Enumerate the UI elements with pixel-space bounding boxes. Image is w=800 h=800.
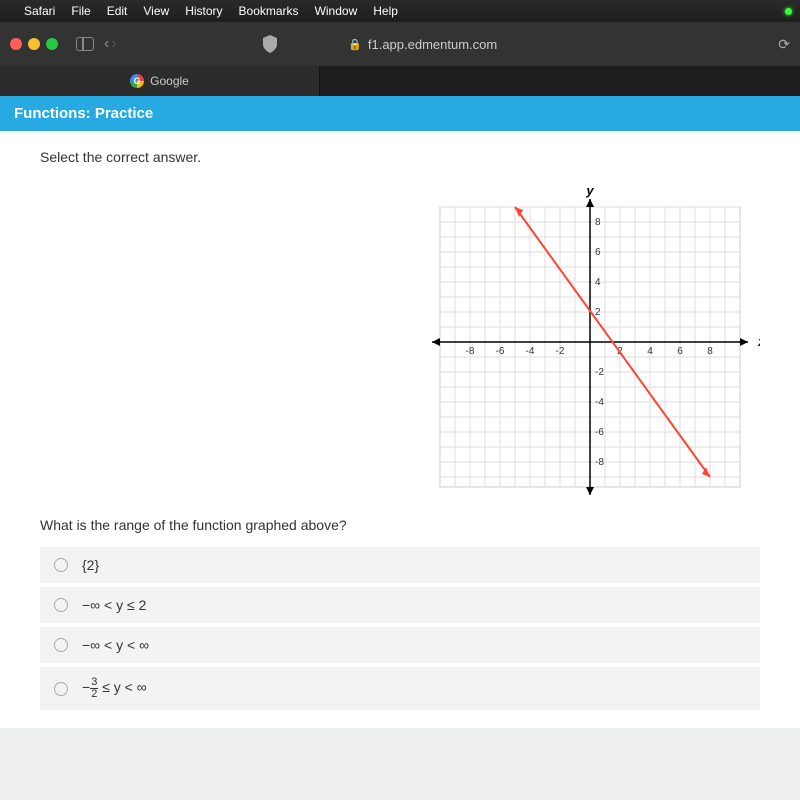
- macos-menu-bar: Safari File Edit View History Bookmarks …: [0, 0, 800, 22]
- radio-icon: [54, 682, 68, 696]
- tab-title: Google: [150, 74, 189, 88]
- svg-text:-4: -4: [595, 397, 604, 408]
- lock-icon: 🔒: [348, 38, 362, 51]
- page-content: Functions: Practice Select the correct a…: [0, 96, 800, 800]
- answer-list: {2} −∞ < y ≤ 2 −∞ < y < ∞ −32 ≤ y < ∞: [40, 547, 760, 710]
- sidebar-toggle-icon[interactable]: [76, 37, 94, 51]
- reload-button[interactable]: ⟳: [778, 36, 790, 53]
- svg-text:8: 8: [595, 217, 601, 228]
- menu-view[interactable]: View: [143, 4, 169, 18]
- answer-label: −∞ < y ≤ 2: [82, 597, 146, 613]
- url-text: f1.app.edmentum.com: [368, 37, 497, 52]
- menu-file[interactable]: File: [71, 4, 90, 18]
- radio-icon: [54, 598, 68, 612]
- y-axis-label: y: [585, 183, 594, 198]
- answer-option-4[interactable]: −32 ≤ y < ∞: [40, 667, 760, 710]
- x-axis-label: x: [757, 334, 760, 349]
- browser-toolbar: ‹ › 🔒 f1.app.edmentum.com ⟳: [0, 22, 800, 66]
- svg-text:6: 6: [677, 346, 683, 357]
- app-name[interactable]: Safari: [24, 4, 55, 18]
- maximize-window-icon[interactable]: [46, 38, 58, 50]
- answer-option-1[interactable]: {2}: [40, 547, 760, 583]
- google-favicon-icon: G: [130, 74, 144, 88]
- svg-text:-6: -6: [595, 427, 604, 438]
- svg-text:6: 6: [595, 247, 601, 258]
- svg-text:-4: -4: [526, 346, 535, 357]
- radio-icon: [54, 558, 68, 572]
- camera-status-icon: [785, 8, 792, 15]
- privacy-shield-icon[interactable]: [262, 35, 278, 53]
- svg-text:-6: -6: [496, 346, 505, 357]
- svg-text:-8: -8: [466, 346, 475, 357]
- answer-label: −∞ < y < ∞: [82, 637, 149, 653]
- menu-bookmarks[interactable]: Bookmarks: [239, 4, 299, 18]
- lesson-header: Functions: Practice: [0, 96, 800, 131]
- radio-icon: [54, 638, 68, 652]
- svg-text:4: 4: [647, 346, 653, 357]
- menu-history[interactable]: History: [185, 4, 222, 18]
- window-controls[interactable]: [10, 38, 58, 50]
- minimize-window-icon[interactable]: [28, 38, 40, 50]
- answer-option-2[interactable]: −∞ < y ≤ 2: [40, 587, 760, 623]
- close-window-icon[interactable]: [10, 38, 22, 50]
- browser-tab-bar: G Google: [0, 66, 800, 96]
- svg-text:-8: -8: [595, 457, 604, 468]
- address-bar[interactable]: 🔒 f1.app.edmentum.com: [348, 37, 497, 52]
- menu-window[interactable]: Window: [315, 4, 358, 18]
- function-graph: y x -8 -6 -4 -2 2 4 6 8 8: [40, 177, 760, 497]
- answer-label: {2}: [82, 557, 99, 573]
- svg-text:8: 8: [707, 346, 713, 357]
- answer-label: −32 ≤ y < ∞: [82, 677, 147, 700]
- question-text: What is the range of the function graphe…: [40, 517, 760, 533]
- menu-help[interactable]: Help: [373, 4, 398, 18]
- svg-text:4: 4: [595, 277, 601, 288]
- forward-button: ›: [111, 35, 116, 53]
- back-button[interactable]: ‹: [104, 35, 109, 53]
- browser-tab[interactable]: G Google: [0, 66, 320, 96]
- answer-option-3[interactable]: −∞ < y < ∞: [40, 627, 760, 663]
- svg-text:-2: -2: [556, 346, 565, 357]
- svg-text:-2: -2: [595, 367, 604, 378]
- menu-edit[interactable]: Edit: [107, 4, 128, 18]
- instruction-text: Select the correct answer.: [40, 149, 760, 165]
- svg-text:2: 2: [595, 307, 601, 318]
